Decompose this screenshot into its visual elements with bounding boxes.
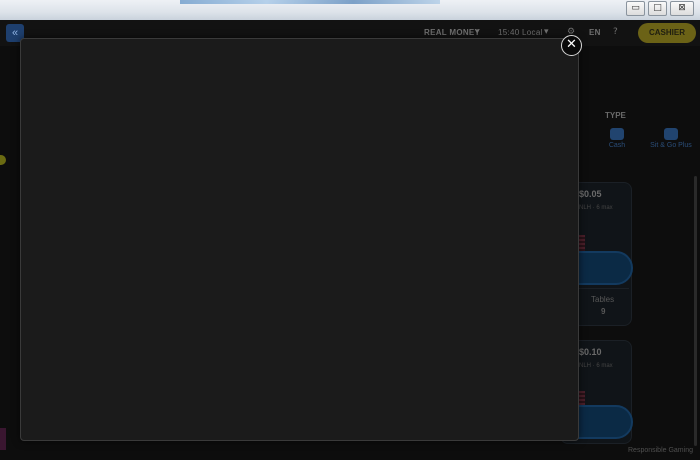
stack-icon xyxy=(664,128,678,140)
type-option-label: Cash xyxy=(608,142,626,149)
responsible-gaming-link[interactable]: Responsible Gaming xyxy=(628,447,693,454)
language-select[interactable]: EN xyxy=(589,28,601,37)
sidebar-edge-avatar xyxy=(0,428,6,450)
tables-count-box: Tables 9 xyxy=(579,288,629,323)
card-stake: $0.05 xyxy=(579,189,602,199)
card-stake: $0.10 xyxy=(579,347,602,357)
card-subtitle: NLH · 6 max xyxy=(579,363,613,369)
modal-dialog xyxy=(20,38,579,441)
type-option-cash[interactable]: Cash xyxy=(602,128,632,149)
type-option-label: Sit & Go Plus xyxy=(650,142,692,149)
maximize-icon[interactable]: □ xyxy=(648,1,667,16)
help-icon[interactable]: ? xyxy=(613,27,618,37)
title-bar-background xyxy=(180,0,440,4)
close-icon[interactable]: ✕ xyxy=(561,35,582,56)
card-subtitle: NLH · 6 max xyxy=(579,205,613,211)
tables-label: Tables xyxy=(591,295,615,304)
lobby-scrollbar[interactable] xyxy=(694,176,697,446)
window-close-icon[interactable]: ⊠ xyxy=(670,1,694,16)
chevron-down-icon[interactable]: ▾ xyxy=(544,27,549,37)
type-option-sit-go-plus[interactable]: Sit & Go Plus xyxy=(645,128,697,149)
type-filter-label: TYPE xyxy=(605,111,626,120)
chips-icon xyxy=(610,128,624,140)
money-mode-select[interactable]: REAL MONEY xyxy=(424,28,480,37)
minimize-icon[interactable]: ▭ xyxy=(626,1,645,16)
window-controls: ▭ □ ⊠ xyxy=(626,1,694,16)
sidebar-edge-badge xyxy=(0,155,6,165)
tables-count: 9 xyxy=(601,307,606,316)
chevron-down-icon[interactable]: ▾ xyxy=(475,27,480,37)
cashier-button[interactable]: CASHIER xyxy=(638,23,696,43)
clock-select[interactable]: 15:40 Local xyxy=(498,28,543,37)
os-title-bar: ▭ □ ⊠ xyxy=(0,0,700,20)
